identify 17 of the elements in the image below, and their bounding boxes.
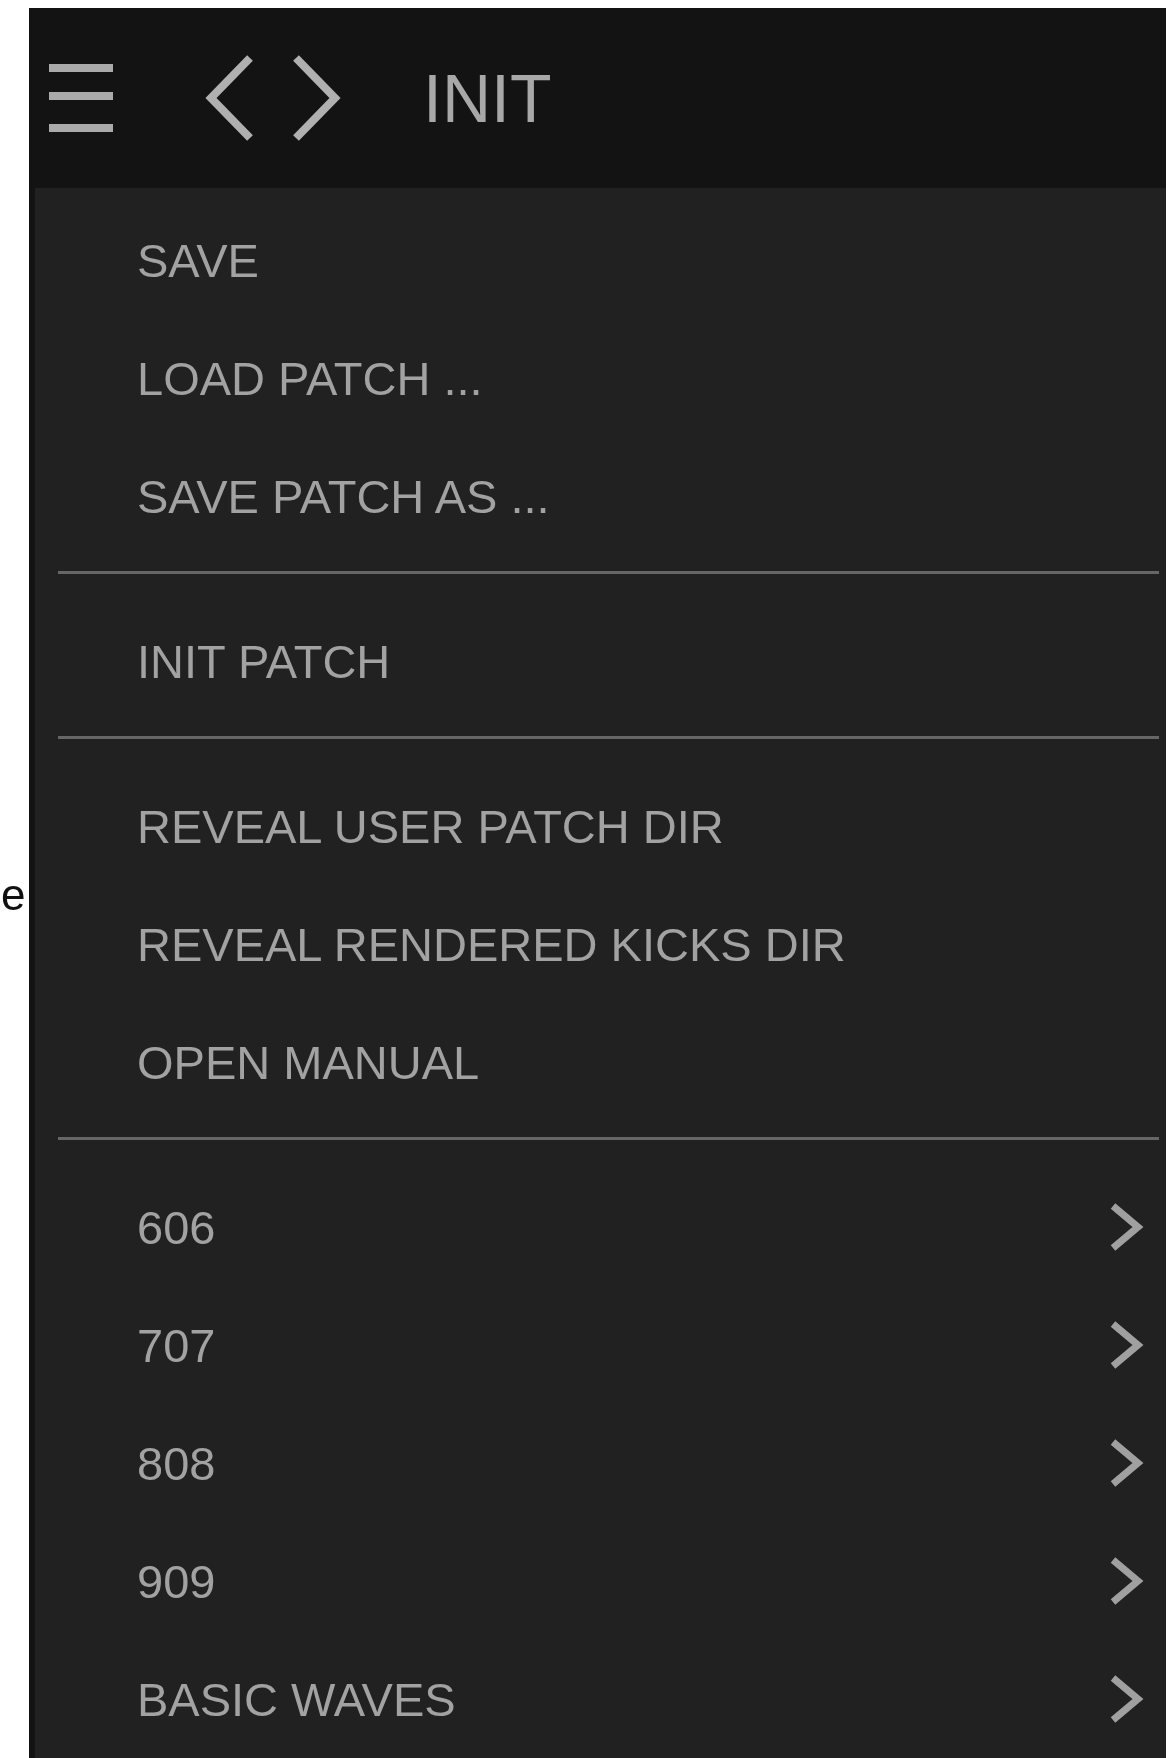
menu-item[interactable]: 808 (35, 1404, 1166, 1522)
menu-icon[interactable] (49, 64, 113, 132)
menu-item[interactable]: INIT PATCH (35, 602, 1166, 720)
previous-icon[interactable] (205, 54, 255, 142)
menu-item[interactable]: LOAD PATCH ... (35, 319, 1166, 437)
menu-item[interactable]: SAVE (35, 201, 1166, 319)
next-icon[interactable] (291, 54, 341, 142)
background-text: e (1, 870, 26, 920)
menu-item[interactable]: SAVE PATCH AS ... (35, 437, 1166, 555)
menu-item[interactable]: 606 (35, 1168, 1166, 1286)
menu-item[interactable]: REVEAL USER PATCH DIR (35, 767, 1166, 885)
menu-item[interactable]: REVEAL RENDERED KICKS DIR (35, 885, 1166, 1003)
patch-title: INIT (423, 64, 552, 132)
menu-item[interactable]: 707 (35, 1286, 1166, 1404)
menu-item[interactable]: BASIC WAVES (35, 1640, 1166, 1758)
menu-item[interactable]: OPEN MANUAL (35, 1003, 1166, 1121)
menu-item[interactable]: 909 (35, 1522, 1166, 1640)
